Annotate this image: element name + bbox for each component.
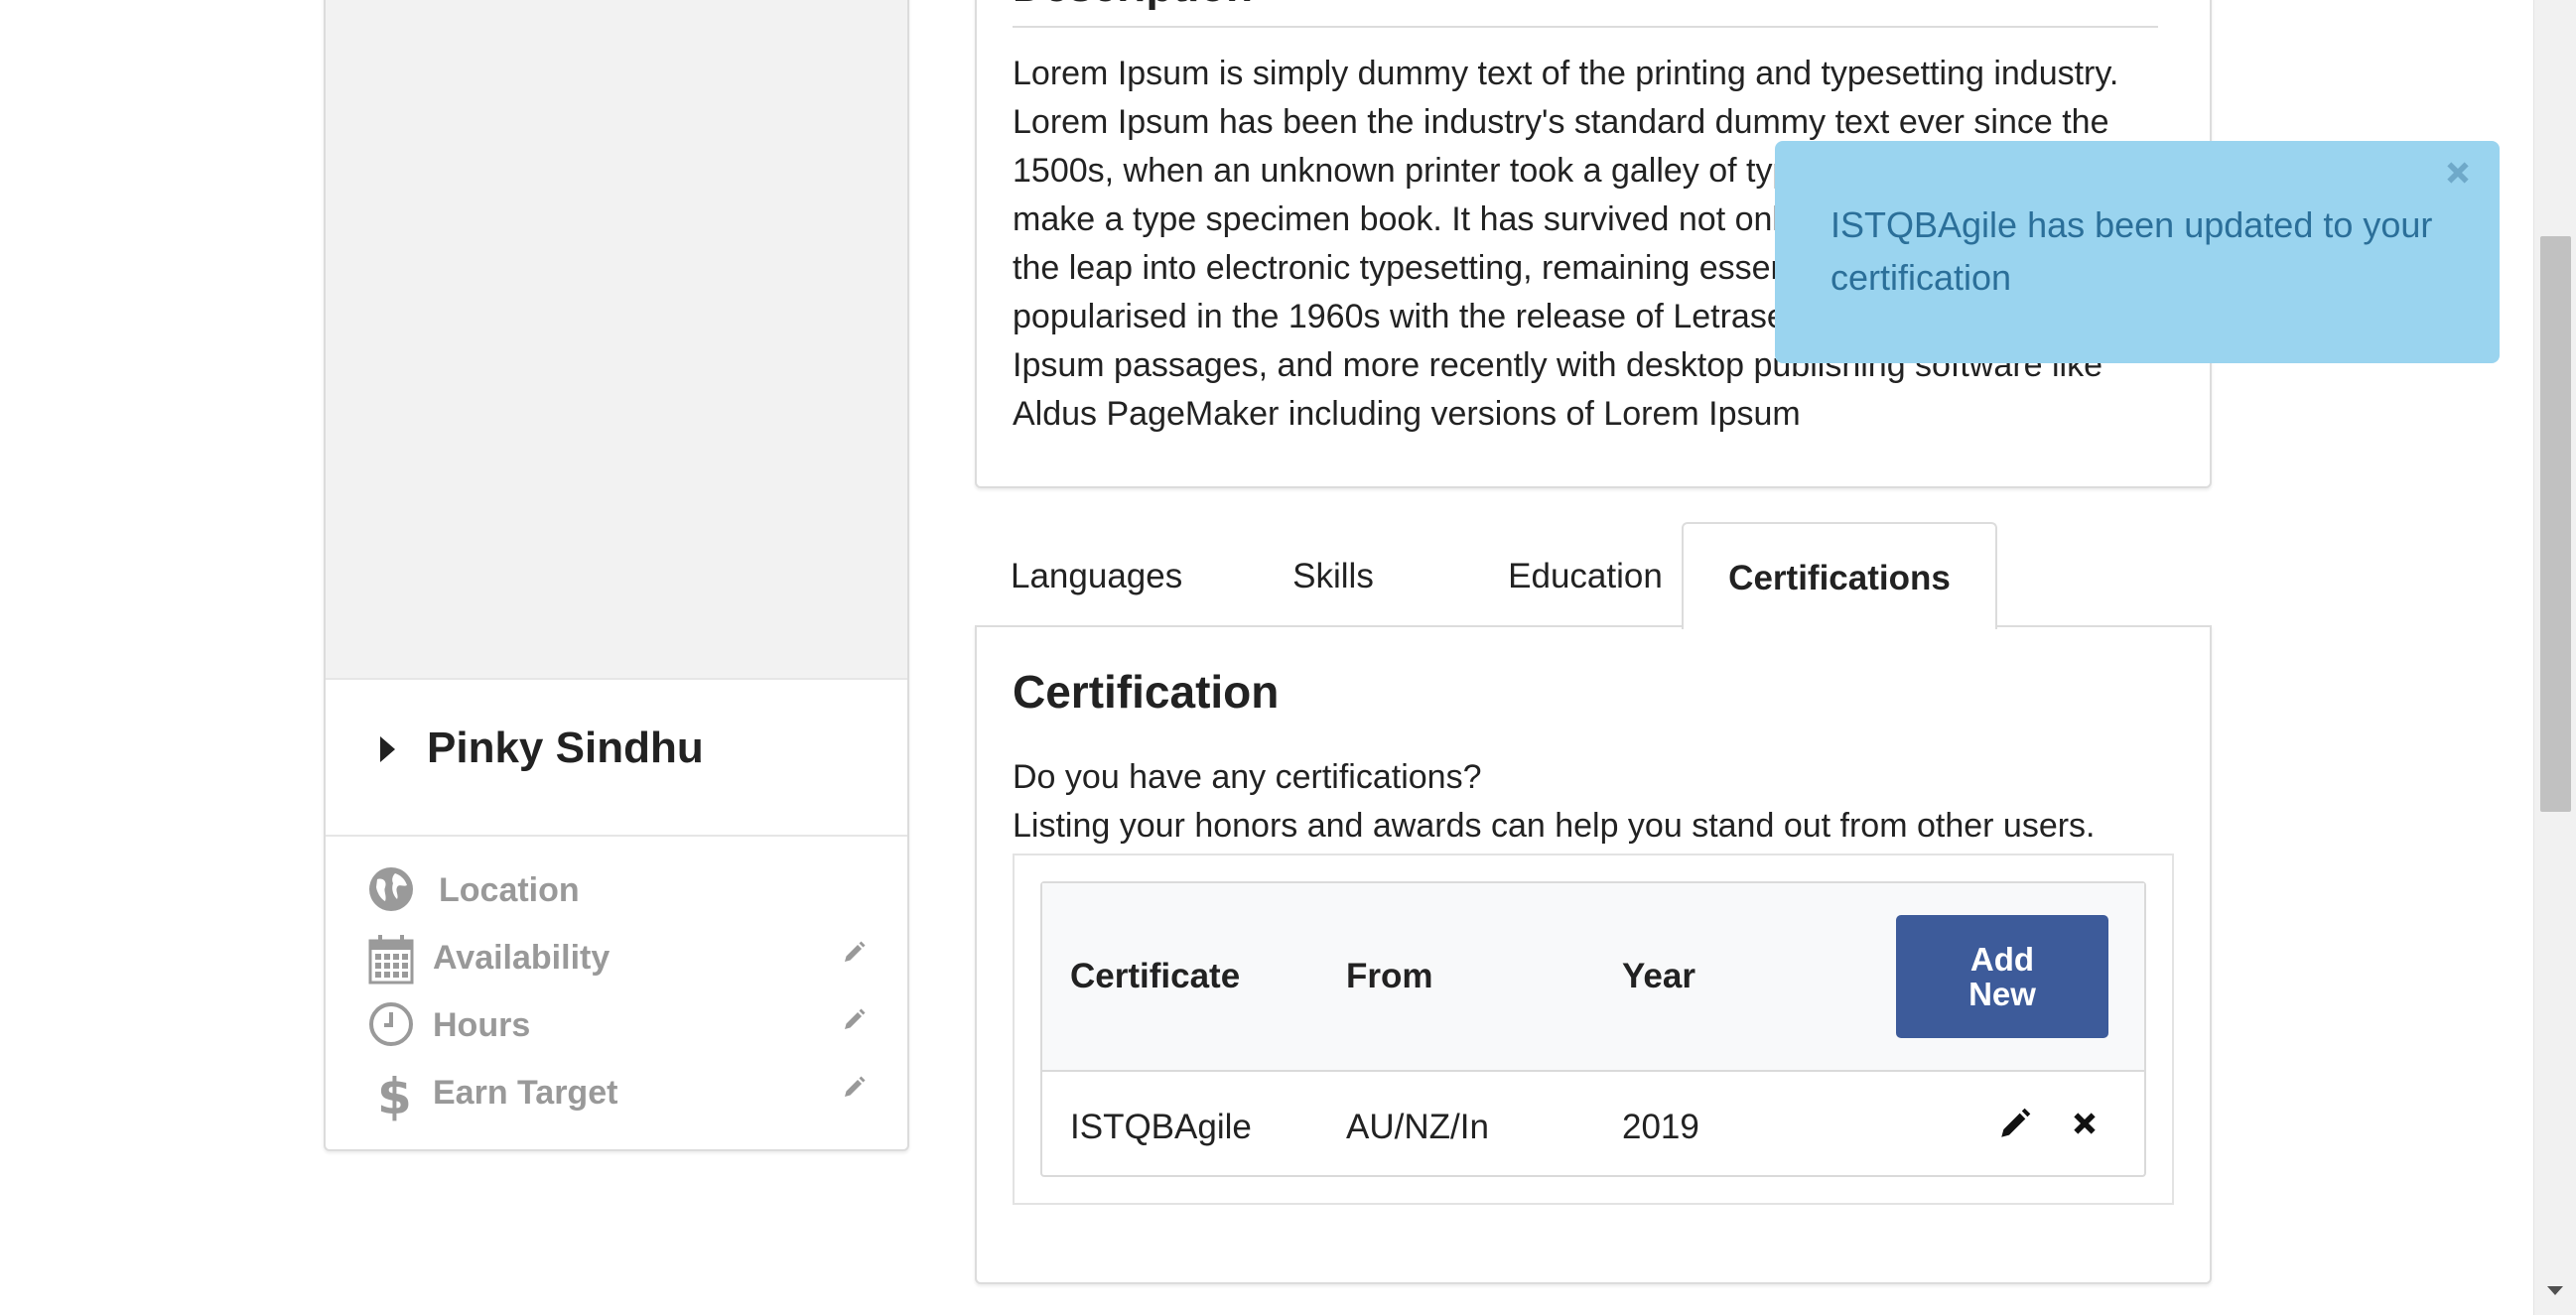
pencil-icon[interactable] <box>842 941 868 967</box>
meta-label-earn-target: Earn Target <box>433 1074 618 1112</box>
cell-from: AU/NZ/In <box>1346 1108 1489 1146</box>
description-title: Description <box>1013 0 1253 12</box>
edit-pencil-icon[interactable] <box>1997 1108 2033 1143</box>
svg-text:$: $ <box>377 1068 412 1123</box>
scrollbar-thumb[interactable] <box>2540 236 2571 812</box>
profile-card: Pinky Sindhu Location Availability Hours… <box>324 0 909 1151</box>
add-new-label: Add New <box>1968 941 2036 1012</box>
certification-title: Certification <box>1013 666 1280 718</box>
certification-table-wrapper: Certificate From Year Add New ISTQBAgile … <box>1013 854 2174 1205</box>
meta-earn-target: $ Earn Target <box>326 1062 907 1125</box>
dollar-icon: $ <box>367 1068 417 1125</box>
toast-notification: ISTQBAgile has been updated to your cert… <box>1775 141 2500 363</box>
column-header-year: Year <box>1622 957 1695 995</box>
calendar-icon <box>367 933 417 985</box>
page-scrollbar[interactable] <box>2533 0 2576 1315</box>
clock-icon <box>367 1000 417 1050</box>
certification-table: Certificate From Year Add New ISTQBAgile … <box>1040 881 2146 1177</box>
meta-availability: Availability <box>326 927 907 986</box>
meta-hours: Hours <box>326 994 907 1054</box>
profile-photo-placeholder <box>326 0 907 680</box>
table-header: Certificate From Year Add New <box>1042 883 2144 1072</box>
meta-label-hours: Hours <box>433 1006 531 1044</box>
profile-tabs: Languages Skills Education Certification… <box>975 522 2212 629</box>
meta-label-availability: Availability <box>433 939 610 977</box>
description-divider <box>1013 26 2158 28</box>
cell-year: 2019 <box>1622 1108 1699 1146</box>
meta-location: Location <box>326 859 907 919</box>
pencil-icon[interactable] <box>842 1076 868 1102</box>
delete-x-icon[interactable] <box>2069 1108 2104 1143</box>
certification-hint: Listing your honors and awards can help … <box>1013 807 2096 845</box>
column-header-certificate: Certificate <box>1070 957 1241 995</box>
column-header-from: From <box>1346 957 1433 995</box>
certification-panel: Certification Do you have any certificat… <box>975 625 2212 1284</box>
certification-question: Do you have any certifications? <box>1013 758 1482 796</box>
meta-label-location: Location <box>439 871 580 909</box>
pencil-icon[interactable] <box>842 1008 868 1034</box>
profile-name-row[interactable]: Pinky Sindhu <box>326 680 907 837</box>
toast-message: ISTQBAgile has been updated to your cert… <box>1830 204 2433 298</box>
profile-name: Pinky Sindhu <box>427 723 704 772</box>
tab-skills[interactable]: Skills <box>1279 522 1388 627</box>
tab-languages[interactable]: Languages <box>1011 522 1182 627</box>
caret-right-icon[interactable] <box>380 736 395 762</box>
globe-icon <box>367 865 417 915</box>
close-icon[interactable] <box>2442 157 2478 193</box>
tab-education[interactable]: Education <box>1471 522 1699 627</box>
add-new-button[interactable]: Add New <box>1896 915 2108 1038</box>
scroll-down-arrow-icon[interactable] <box>2547 1286 2563 1295</box>
cell-certificate: ISTQBAgile <box>1070 1108 1252 1146</box>
tab-certifications[interactable]: Certifications <box>1682 522 1997 629</box>
